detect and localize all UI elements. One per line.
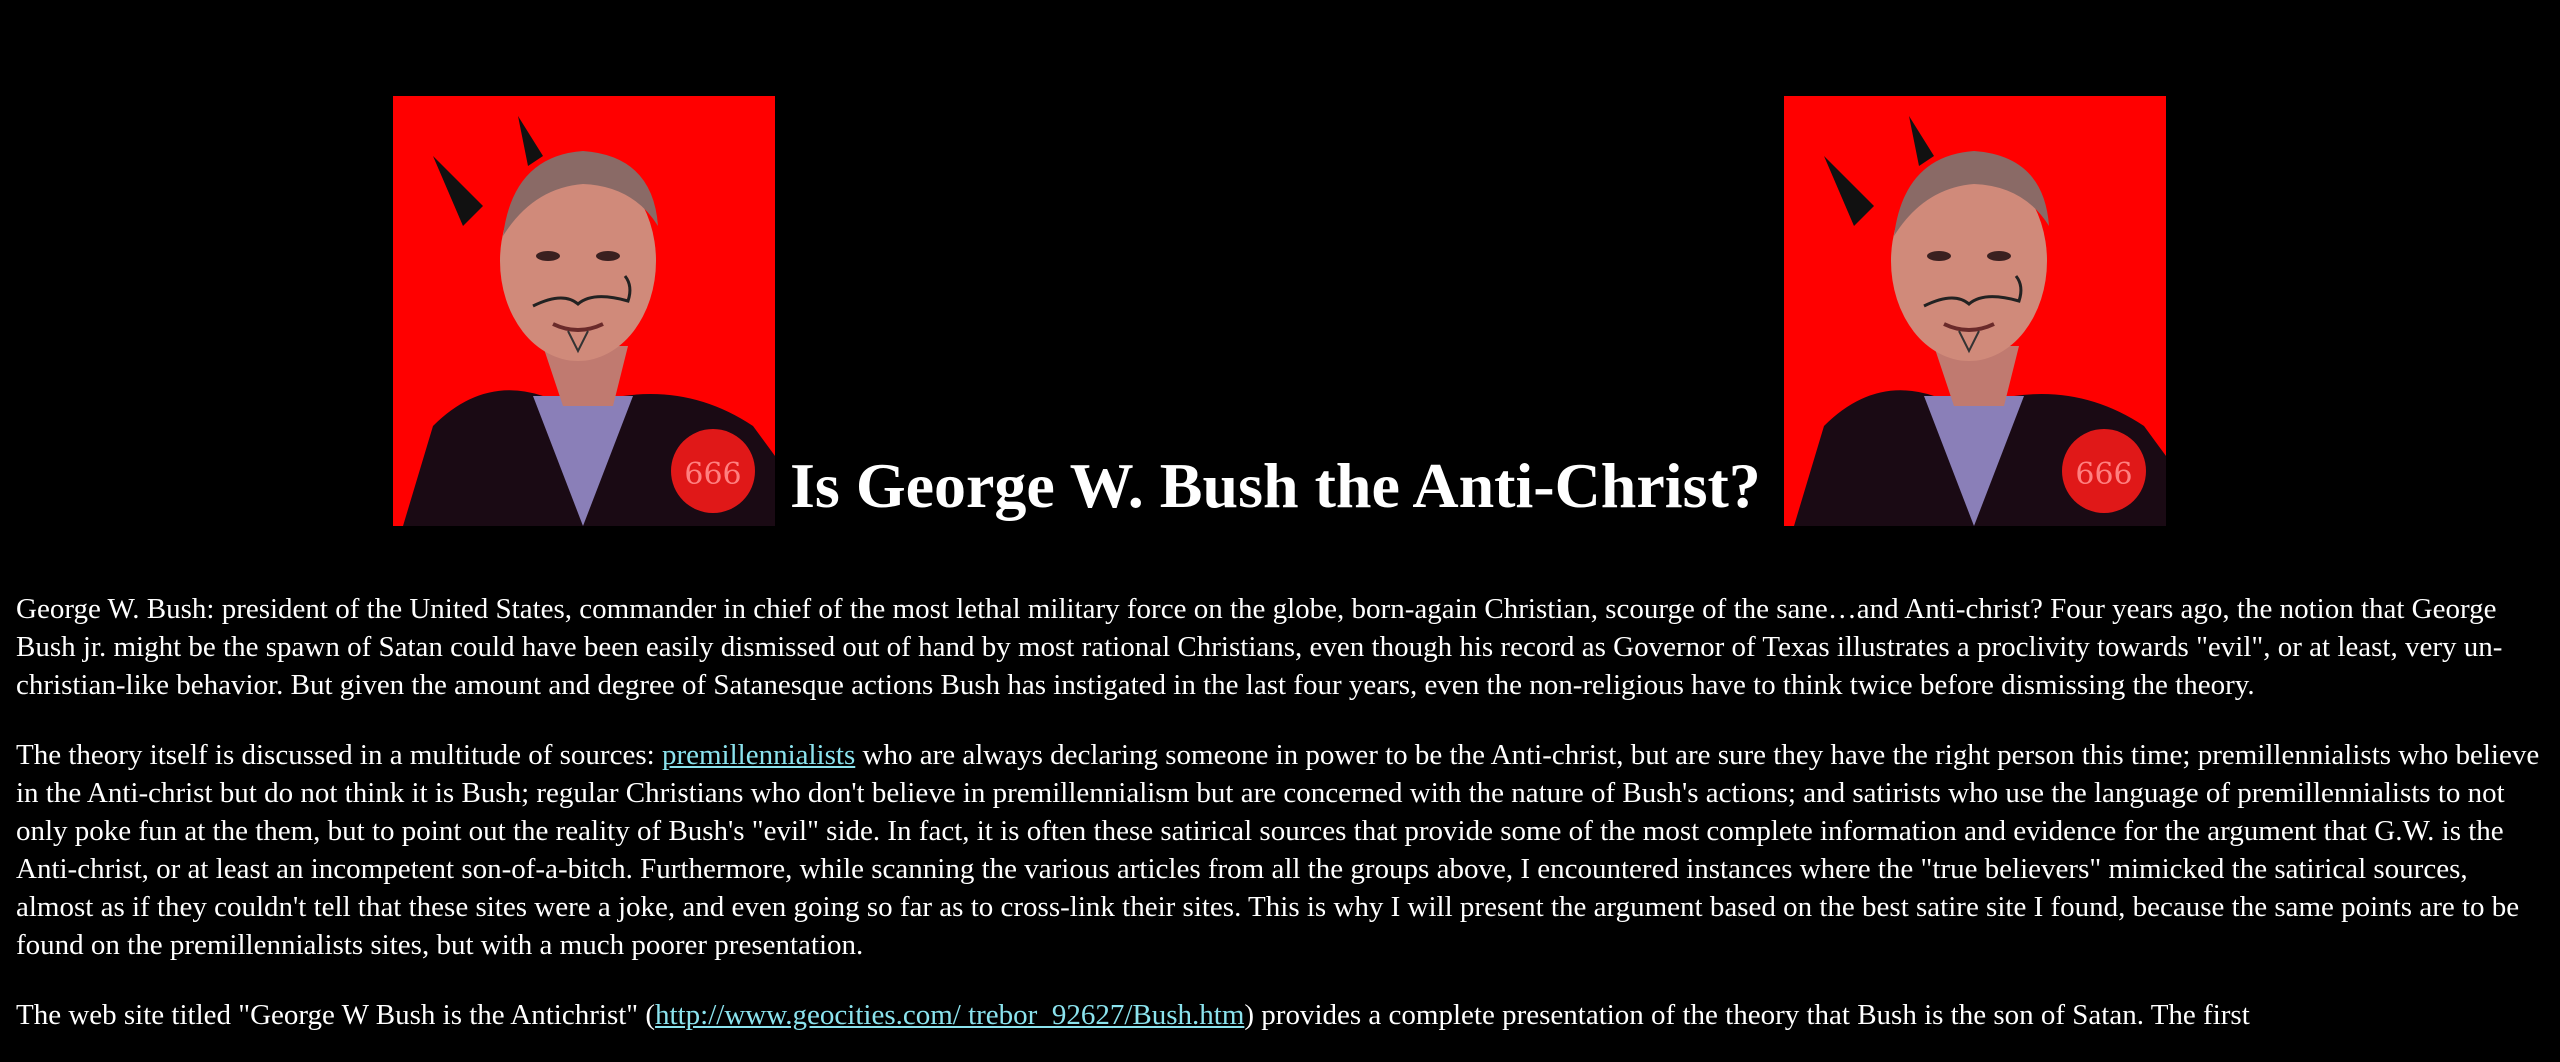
paragraph-intro: George W. Bush: president of the United … xyxy=(16,593,2503,701)
svg-text:666: 666 xyxy=(2075,457,2132,492)
devil-portrait-icon: 666 xyxy=(393,96,775,526)
page-title: Is George W. Bush the Anti-Christ? xyxy=(790,450,1761,521)
geocities-url-link[interactable]: http://www.geocities.com/ trebor_92627/B… xyxy=(655,999,1244,1031)
premillennialists-link[interactable]: premillennialists xyxy=(662,739,855,771)
paragraph-sources-text-start: The theory itself is discussed in a mult… xyxy=(16,739,662,771)
paragraph-sources-text-end: who are always declaring someone in powe… xyxy=(16,739,2540,961)
article-body: George W. Bush: president of the United … xyxy=(16,590,2544,1062)
paragraph-website: The web site titled "George W Bush is th… xyxy=(16,996,2544,1034)
paragraph-website-text-end: ) provides a complete presentation of th… xyxy=(1244,999,2250,1031)
paragraph-sources: The theory itself is discussed in a mult… xyxy=(16,736,2544,964)
devil-portrait-icon: 666 xyxy=(1784,96,2166,526)
paragraph-website-text-start: The web site titled "George W Bush is th… xyxy=(16,999,656,1031)
left-portrait-image: 666 xyxy=(393,96,775,526)
right-portrait-image: 666 xyxy=(1784,96,2166,526)
svg-text:666: 666 xyxy=(684,457,741,492)
page-header: 666 Is George W. Bush the Anti-Christ? 6… xyxy=(0,96,2560,526)
